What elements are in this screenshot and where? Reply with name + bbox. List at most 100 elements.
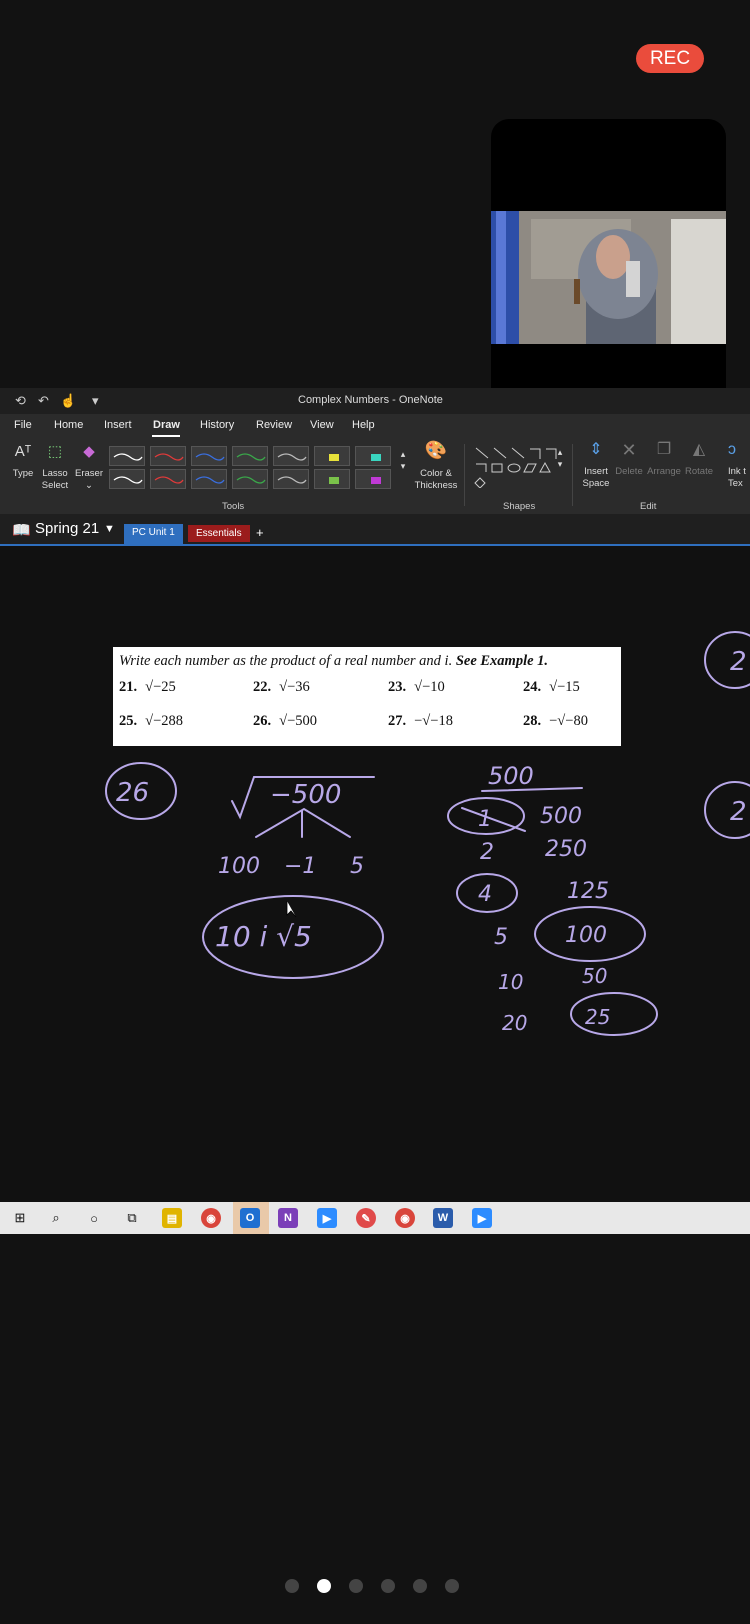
zoom-icon-2[interactable]: ▶ bbox=[472, 1208, 492, 1228]
color-thickness-label: Color & bbox=[420, 468, 452, 479]
shapes-scroll-icon[interactable]: ▴ ▾ bbox=[556, 446, 564, 470]
notebook-name[interactable]: Spring 21 bbox=[35, 520, 99, 537]
ink-pair-5a: 10 bbox=[498, 970, 523, 994]
ink-table-top: 500 bbox=[488, 762, 534, 790]
delete-button[interactable]: ✕ Delete bbox=[612, 440, 646, 478]
ink-margin-2: 2 bbox=[730, 797, 747, 827]
ink-to-text-label-2: Tex bbox=[728, 478, 743, 489]
insert-space-label: Insert bbox=[584, 466, 608, 477]
ink-pair-6b: 25 bbox=[585, 1005, 610, 1029]
delete-icon: ✕ bbox=[621, 440, 637, 460]
section-tabs-bar: 📖 Spring 21 ▼ PC Unit 1 Essentials + bbox=[0, 514, 750, 546]
active-tab-underline bbox=[152, 435, 180, 437]
ink-to-text-label: Ink t bbox=[728, 466, 746, 477]
ink-pair-3b: 125 bbox=[567, 879, 609, 904]
arrange-icon: ❐ bbox=[656, 441, 672, 458]
section-tab-pc-unit-1[interactable]: PC Unit 1 bbox=[124, 524, 183, 544]
notebook-dropdown-icon[interactable]: ▼ bbox=[104, 523, 115, 535]
ink-to-text-button[interactable]: ↄ Ink t Tex bbox=[728, 441, 750, 490]
ink-answer: 10 i √5 bbox=[215, 920, 312, 953]
ink-pair-2a: 2 bbox=[480, 840, 494, 865]
page-dot-2[interactable] bbox=[317, 1579, 331, 1593]
type-button[interactable]: Aᵀ Type bbox=[8, 443, 38, 480]
ink-pair-3a: 4 bbox=[478, 882, 492, 907]
windows-icon[interactable]: ⊞ bbox=[10, 1208, 30, 1228]
title-bar: ⟲ ↶ ☝ ▾ Complex Numbers - OneNote bbox=[0, 388, 750, 414]
undo-icon[interactable]: ↶ bbox=[38, 393, 49, 409]
ink-pair-1a: 1 bbox=[478, 807, 492, 832]
page-dot-5[interactable] bbox=[413, 1579, 427, 1593]
eraser-button[interactable]: ◆ Eraser ⌄ bbox=[74, 444, 104, 492]
edit-group-label: Edit bbox=[640, 501, 657, 512]
menu-file[interactable]: File bbox=[14, 419, 32, 431]
insert-space-button[interactable]: ⇕ Insert Space bbox=[578, 442, 614, 490]
menu-home[interactable]: Home bbox=[54, 419, 83, 431]
menu-review[interactable]: Review bbox=[256, 419, 292, 431]
page-dot-1[interactable] bbox=[285, 1579, 299, 1593]
customize-qa-icon[interactable]: ▾ bbox=[92, 393, 99, 409]
word-icon[interactable]: W bbox=[433, 1208, 453, 1228]
pen-strokes bbox=[113, 453, 381, 484]
lasso-label-2: Select bbox=[41, 480, 69, 491]
ink-to-text-icon: ↄ bbox=[728, 441, 736, 458]
color-thickness-label-2: Thickness bbox=[414, 480, 458, 491]
menu-history[interactable]: History bbox=[200, 419, 234, 431]
chrome-icon[interactable]: ◉ bbox=[201, 1208, 221, 1228]
rotate-button[interactable]: ◭ Rotate bbox=[682, 442, 716, 478]
eraser-dropdown-icon[interactable]: ⌄ bbox=[74, 480, 104, 492]
arrange-button[interactable]: ❐ Arrange bbox=[646, 441, 682, 478]
touch-mode-icon[interactable]: ☝ bbox=[60, 393, 76, 409]
ribbon-separator-2 bbox=[572, 444, 573, 506]
menu-insert[interactable]: Insert bbox=[104, 419, 132, 431]
windows-taskbar: ⊞ ⌕ ○ ⧉ ▤ ◉ O N ▶ ✎ ◉ W ▶ bbox=[0, 1202, 750, 1234]
zoom-icon[interactable]: ▶ bbox=[317, 1208, 337, 1228]
ink-pair-5b: 50 bbox=[582, 964, 607, 988]
ink-pair-2b: 250 bbox=[545, 837, 587, 862]
page-dot-3[interactable] bbox=[349, 1579, 363, 1593]
lasso-icon: ⬚ bbox=[47, 443, 63, 460]
lasso-select-button[interactable]: ⬚ Lasso Select bbox=[40, 443, 70, 492]
search-icon[interactable]: ⌕ bbox=[46, 1208, 66, 1228]
section-tab-essentials[interactable]: Essentials bbox=[188, 525, 250, 542]
cortana-icon[interactable]: ○ bbox=[84, 1208, 104, 1228]
outlook-icon[interactable]: O bbox=[240, 1208, 260, 1228]
ribbon-separator bbox=[464, 444, 465, 506]
rotate-label: Rotate bbox=[685, 466, 713, 477]
ink-pair-6a: 20 bbox=[502, 1011, 527, 1035]
menu-draw[interactable]: Draw bbox=[153, 419, 180, 431]
arrange-label: Arrange bbox=[647, 466, 681, 477]
menu-bar: File Home Insert Draw History Review Vie… bbox=[0, 414, 750, 438]
page-dot-6[interactable] bbox=[445, 1579, 459, 1593]
palette-icon: 🎨 bbox=[424, 440, 448, 460]
participant-video[interactable] bbox=[491, 119, 726, 432]
handwritten-ink: 26 −500 100 −1 5 10 i √5 500 1 500 2 250… bbox=[105, 631, 750, 1036]
page-dot-4[interactable] bbox=[381, 1579, 395, 1593]
ink-factor-5: 5 bbox=[350, 854, 364, 879]
type-icon: Aᵀ bbox=[14, 443, 32, 460]
paint-icon[interactable]: ✎ bbox=[356, 1208, 376, 1228]
pens-scroll-icon[interactable]: ▴ ▾ bbox=[398, 448, 408, 472]
ribbon: Aᵀ Type ⬚ Lasso Select ◆ Eraser ⌄ ▴ ▾ 🎨 … bbox=[0, 438, 750, 514]
ink-circled-26: 26 bbox=[116, 778, 149, 808]
menu-help[interactable]: Help bbox=[352, 419, 375, 431]
recording-badge: REC bbox=[636, 44, 704, 73]
ink-pair-1b: 500 bbox=[540, 804, 582, 829]
ink-factor-neg1: −1 bbox=[284, 854, 316, 879]
insert-space-label-2: Space bbox=[582, 478, 610, 489]
ink-pair-4b: 100 bbox=[565, 923, 607, 948]
ink-factor-100: 100 bbox=[218, 854, 260, 879]
file-explorer-icon[interactable]: ▤ bbox=[162, 1208, 182, 1228]
task-view-icon[interactable]: ⧉ bbox=[122, 1208, 142, 1228]
onenote-icon[interactable]: N bbox=[278, 1208, 298, 1228]
color-thickness-button[interactable]: 🎨 Color & Thickness bbox=[414, 440, 458, 492]
chrome-icon-2[interactable]: ◉ bbox=[395, 1208, 415, 1228]
add-section-button[interactable]: + bbox=[248, 525, 272, 542]
delete-label: Delete bbox=[615, 466, 643, 477]
back-icon[interactable]: ⟲ bbox=[15, 393, 26, 409]
menu-view[interactable]: View bbox=[310, 419, 334, 431]
shapes-group-label: Shapes bbox=[503, 501, 536, 512]
ink-margin-1: 2 bbox=[730, 647, 747, 677]
lasso-label: Lasso bbox=[42, 468, 68, 479]
eraser-label: Eraser bbox=[75, 468, 103, 479]
shapes-gallery[interactable] bbox=[472, 444, 564, 488]
